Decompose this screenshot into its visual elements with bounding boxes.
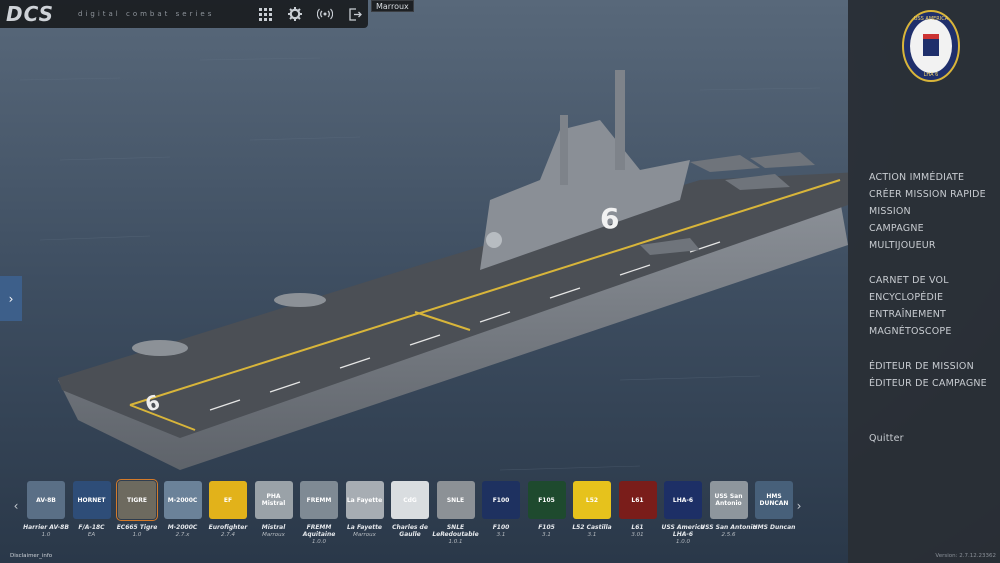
module-item[interactable]: SNLE SNLE LeRedoutable 1.0.1 [432,481,479,551]
module-thumbnail: LHA-6 [664,481,702,519]
module-item[interactable]: FREMM FREMM Aquitaine 1.0.0 [296,481,342,551]
menu-instant-action[interactable]: ACTION IMMÉDIATE [869,172,964,183]
module-thumbnail: HORNET [72,481,111,519]
module-version: 1.0.0 [676,539,690,545]
module-item[interactable]: TIGRE EC665 Tigre 1.0 [114,479,160,551]
module-thumbnail: FREMM [300,481,338,519]
modules-prev-button[interactable]: ‹ [10,498,22,514]
dcs-logo: DCS [6,2,54,26]
menu-campaign[interactable]: CAMPAGNE [869,223,924,234]
menu-multiplayer[interactable]: MULTIJOUEUR [869,240,936,251]
module-item[interactable]: AV-8B Harrier AV-8B 1.0 [23,481,69,551]
module-thumbnail: La Fayette [345,481,384,519]
uss-america-emblem: USS AMERICA LHA 6 [902,10,960,82]
module-item[interactable]: PHA Mistral Mistral Marroux [251,481,297,551]
hull-number: 6 [600,202,619,235]
module-thumbnail: F100 [482,481,520,519]
menu-encyclopedia[interactable]: ENCYCLOPÉDIE [869,292,943,303]
module-version: 2.5.6 [721,532,736,538]
chevron-right-icon: › [8,291,14,306]
left-panel-toggle[interactable]: › [0,276,22,321]
module-version: EA [87,532,96,538]
module-version: 2.7.4 [221,532,235,538]
logo-subtitle: digital combat series [78,10,215,18]
menu-logbook[interactable]: CARNET DE VOL [869,275,949,286]
module-thumbnail: SNLE [436,481,475,519]
apps-grid-icon[interactable] [252,3,278,25]
logout-icon[interactable] [342,3,368,25]
module-version: 1.0.1 [448,539,463,545]
logout-glyph [348,7,362,21]
module-thumbnail: F105 [527,481,566,519]
module-thumbnail: TIGRE [116,479,158,521]
module-thumbnail: CdG [391,481,429,519]
broadcast-icon[interactable] [312,3,338,25]
module-item[interactable]: L52 L52 Castilla 3.1 [569,481,615,551]
module-item[interactable]: EF Eurofighter 2.7.4 [205,481,251,551]
module-version: 2.7.x [175,532,190,538]
module-item[interactable]: L61 L61 3.01 [615,481,661,551]
top-bar: DCS digital combat series [0,0,368,28]
chevron-left-icon: ‹ [13,499,19,513]
module-name: HMS Duncan [752,524,796,531]
module-thumbnail: USS San Antonio [709,481,748,519]
menu-training[interactable]: ENTRAÎNEMENT [869,309,946,320]
menu-quit[interactable]: Quitter [869,433,904,444]
module-version: 1.0.0 [312,539,326,545]
menu-quick-mission[interactable]: CRÉER MISSION RAPIDE [869,189,986,200]
module-item[interactable]: CdG Charles de Gaulle [387,481,433,551]
module-item[interactable]: LHA-6 USS America LHA-6 1.0.0 [660,481,706,551]
module-thumbnail: L52 [573,481,611,519]
broadcast-glyph [317,8,333,20]
module-item[interactable]: F105 F105 3.1 [524,481,570,551]
module-version: 3.1 [587,532,597,538]
module-item[interactable]: USS San Antonio USS San Antonio 2.5.6 [700,481,757,551]
menu-mission-editor[interactable]: ÉDITEUR DE MISSION [869,361,974,372]
module-item[interactable]: HORNET F/A-18C EA [69,481,115,551]
disclaimer-link[interactable]: Disclaimer_info [10,553,52,559]
emblem-top-text: USS AMERICA [914,16,949,22]
menu-mission[interactable]: MISSION [869,206,911,217]
gear-glyph [288,7,302,21]
module-item[interactable]: HMS DUNCAN HMS Duncan [751,481,797,551]
module-thumbnail: L61 [618,481,657,519]
module-version: 1.0 [41,532,51,538]
module-item[interactable]: F100 F100 3.1 [478,481,524,551]
gear-icon[interactable] [282,3,308,25]
chevron-right-icon: › [796,499,802,513]
module-thumbnail: HMS DUNCAN [755,481,793,519]
ship-illustration: 6 6 [0,0,848,563]
module-item[interactable]: La Fayette La Fayette Marroux [342,481,388,551]
module-thumbnail: PHA Mistral [254,481,293,519]
module-thumbnail: AV-8B [27,481,65,519]
module-item[interactable]: M-2000C M-2000C 2.7.x [160,481,206,551]
module-version: 3.1 [496,532,506,538]
module-version: 1.0 [132,532,142,538]
module-version: 3.1 [542,532,551,538]
tooltip: Marroux [371,0,414,12]
emblem-bottom-text: LHA 6 [924,72,939,78]
menu-campaign-editor[interactable]: ÉDITEUR DE CAMPAGNE [869,378,987,389]
menu-replay[interactable]: MAGNÉTOSCOPE [869,326,952,337]
apps-grid-glyph [258,7,272,21]
module-thumbnail: EF [209,481,247,519]
module-thumbnail: M-2000C [163,481,202,519]
version-label: Version: 2.7.12.23362 [935,553,996,559]
